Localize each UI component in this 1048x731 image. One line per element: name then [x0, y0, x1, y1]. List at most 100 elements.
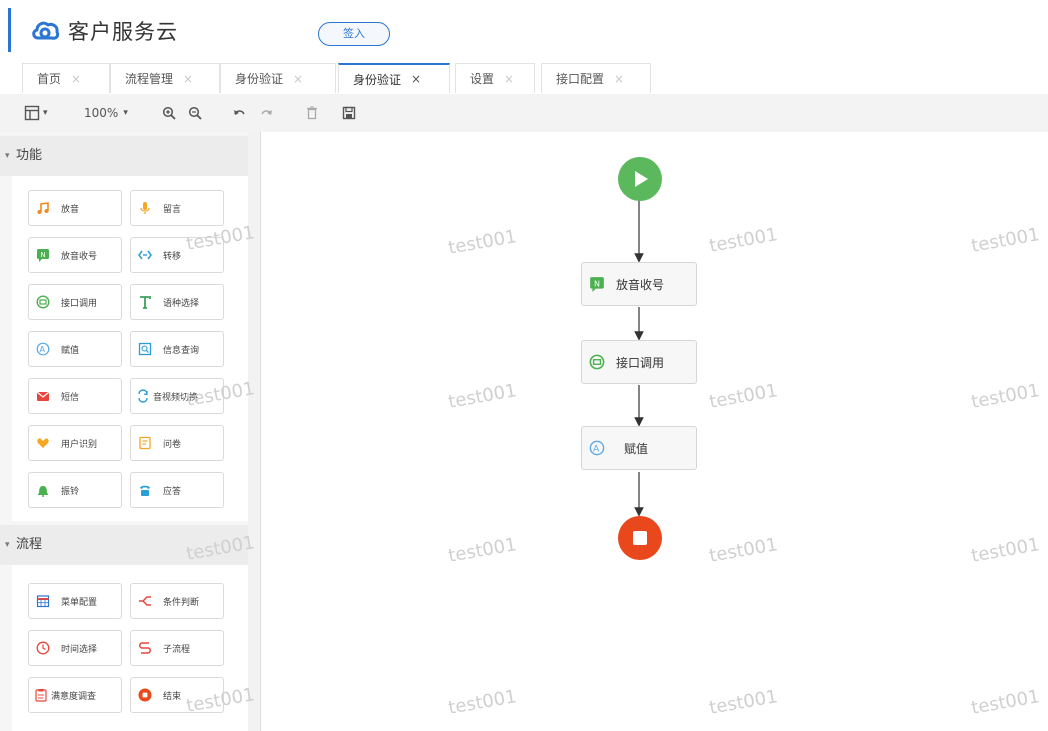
editor-toolbar: ▾ 100% ▾: [0, 94, 1048, 133]
calendar-grid-icon: [35, 593, 51, 609]
section-header-functions[interactable]: ▾ 功能: [0, 136, 248, 176]
query-icon: [137, 341, 153, 357]
tab-label: 接口配置: [556, 72, 605, 86]
flow-start-node[interactable]: [617, 156, 663, 202]
panel-splitter[interactable]: [248, 132, 261, 731]
palette-item-play-audio[interactable]: 放音: [28, 190, 122, 226]
zoom-value: 100%: [84, 106, 119, 120]
layout-icon: [24, 105, 40, 121]
delete-icon: [307, 106, 317, 120]
phone-icon: [137, 482, 153, 498]
flow-end-node[interactable]: [617, 515, 663, 561]
cloud-logo-icon: [32, 21, 60, 40]
palette-item-av-switch[interactable]: 音视频切换: [130, 378, 224, 414]
close-icon[interactable]: ×: [183, 72, 193, 86]
tab-interface-config[interactable]: 接口配置 ×: [541, 63, 651, 93]
palette-item-questionnaire[interactable]: 问卷: [130, 425, 224, 461]
palette-item-answer[interactable]: 应答: [130, 472, 224, 508]
message-n-icon: N: [35, 247, 51, 263]
palette-item-user-identify[interactable]: 用户识别: [28, 425, 122, 461]
close-icon[interactable]: ×: [71, 72, 81, 86]
tab-label: 身份验证: [353, 72, 402, 87]
close-icon[interactable]: ×: [293, 72, 303, 86]
sign-in-button[interactable]: 签入: [318, 22, 390, 46]
assign-icon: A:: [35, 341, 51, 357]
palette-item-condition[interactable]: 条件判断: [130, 583, 224, 619]
palette-item-label: 问卷: [163, 439, 182, 450]
palette-item-label: 时间选择: [61, 644, 98, 655]
palette-item-end[interactable]: 结束: [130, 677, 224, 713]
zoom-select[interactable]: 100% ▾: [84, 103, 128, 123]
chevron-down-icon: ▾: [123, 108, 128, 118]
palette-item-voicemail[interactable]: 留言: [130, 190, 224, 226]
palette-item-label: 留言: [163, 204, 182, 215]
section-title: 功能: [16, 148, 43, 163]
sms-icon: [35, 388, 51, 404]
palette-item-label: 接口调用: [61, 298, 98, 309]
tab-home[interactable]: 首页 ×: [22, 63, 110, 93]
tab-bar: 首页 × 流程管理 × 身份验证 × 身份验证 × 设置 × 接口配置 ×: [0, 56, 1048, 95]
tab-identity-verification[interactable]: 身份验证 ×: [220, 63, 336, 93]
palette-item-label: 用户识别: [61, 439, 98, 450]
palette-item-label: 语种选择: [163, 298, 200, 309]
palette-item-ring[interactable]: 振铃: [28, 472, 122, 508]
close-icon[interactable]: ×: [504, 72, 514, 86]
questionnaire-icon: [137, 435, 153, 451]
caret-down-icon: ▾: [5, 151, 10, 161]
svg-text::: :: [602, 445, 604, 451]
transfer-icon: [137, 247, 153, 263]
palette-item-sms[interactable]: 短信: [28, 378, 122, 414]
layout-menu[interactable]: ▾: [24, 103, 48, 123]
tab-label: 身份验证: [235, 72, 284, 86]
palette-item-info-query[interactable]: 信息查询: [130, 331, 224, 367]
palette-item-label: 满意度调查: [51, 691, 97, 702]
microphone-icon: [137, 200, 153, 216]
palette-item-assign[interactable]: A: 赋值: [28, 331, 122, 367]
tab-identity-verification-active[interactable]: 身份验证 ×: [338, 63, 450, 93]
zoom-in-button[interactable]: [162, 103, 176, 123]
node-label: 放音收号: [616, 277, 665, 292]
save-button[interactable]: [342, 103, 356, 123]
delete-button[interactable]: [306, 103, 318, 123]
palette-item-label: 菜单配置: [61, 597, 98, 608]
palette-item-label: 振铃: [61, 486, 80, 497]
component-palette: ▾ 功能 放音 留言 N 放音收号 转移 接口调用 语种选择 A: 赋值 信息…: [0, 132, 249, 731]
branch-icon: [137, 593, 153, 609]
av-switch-icon: [135, 388, 151, 404]
palette-item-api-call[interactable]: 接口调用: [28, 284, 122, 320]
palette-item-label: 子流程: [163, 644, 191, 655]
zoom-in-icon: [162, 106, 176, 120]
tab-flow-management[interactable]: 流程管理 ×: [110, 63, 220, 93]
palette-item-transfer[interactable]: 转移: [130, 237, 224, 273]
palette-item-satisfaction-survey[interactable]: 满意度调查: [28, 677, 122, 713]
close-icon[interactable]: ×: [411, 72, 421, 86]
palette-item-time-select[interactable]: 时间选择: [28, 630, 122, 666]
save-icon: [342, 106, 356, 120]
survey-icon: [33, 687, 49, 703]
flow-canvas[interactable]: N 放音收号 接口调用 A: 赋值 test001 test001 test00…: [261, 132, 1048, 731]
tab-label: 流程管理: [125, 72, 174, 86]
palette-item-play-collect[interactable]: N 放音收号: [28, 237, 122, 273]
svg-text:N: N: [40, 251, 45, 259]
zoom-out-button[interactable]: [188, 103, 202, 123]
flow-node-api-call[interactable]: 接口调用: [581, 340, 697, 384]
tab-settings[interactable]: 设置 ×: [455, 63, 535, 93]
palette-item-label: 短信: [61, 392, 80, 403]
section-header-flow[interactable]: ▾ 流程: [0, 525, 248, 565]
flow-node-assign[interactable]: A: 赋值: [581, 426, 697, 470]
function-items-panel: 放音 留言 N 放音收号 转移 接口调用 语种选择 A: 赋值 信息查询 短信…: [12, 176, 248, 521]
text-t-icon: [137, 294, 153, 310]
message-n-icon: N: [588, 275, 606, 293]
close-icon[interactable]: ×: [614, 72, 624, 86]
palette-item-language-select[interactable]: 语种选择: [130, 284, 224, 320]
node-label: 赋值: [624, 441, 649, 456]
clock-icon: [35, 640, 51, 656]
palette-item-label: 赋值: [61, 345, 80, 356]
redo-button[interactable]: [260, 103, 274, 123]
palette-item-subflow[interactable]: 子流程: [130, 630, 224, 666]
undo-button[interactable]: [232, 103, 246, 123]
app-header: 客户服务云 签入: [0, 0, 1048, 56]
flow-node-play-collect[interactable]: N 放音收号: [581, 262, 697, 306]
palette-item-menu-config[interactable]: 菜单配置: [28, 583, 122, 619]
undo-icon: [234, 110, 245, 115]
